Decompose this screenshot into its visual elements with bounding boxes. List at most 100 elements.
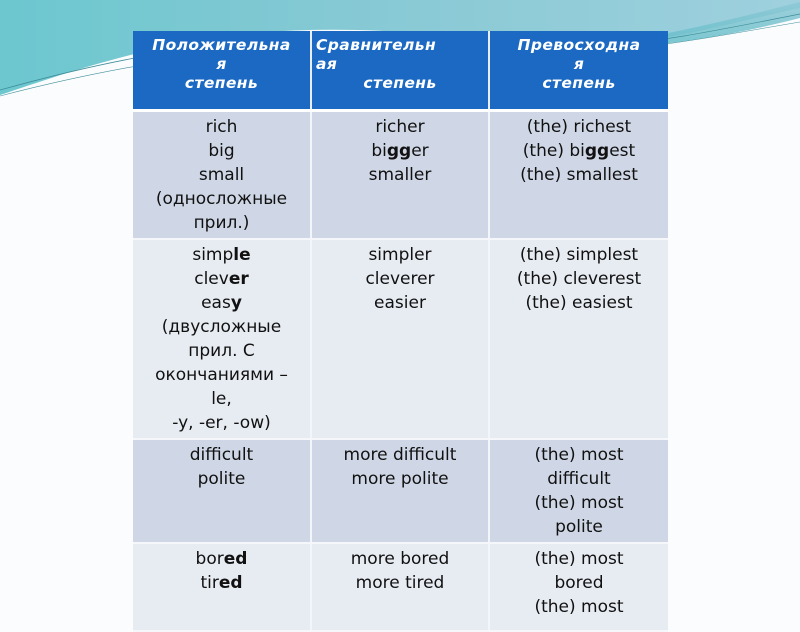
text-fragment: difficult	[547, 469, 611, 489]
text-fragment: (двусложные	[161, 317, 282, 337]
table-row-two-syllable: simple clever easy (двусложные прил. С оконча…	[133, 239, 668, 440]
text-fragment: (the) richest	[526, 117, 632, 137]
emphasized-ending: y	[230, 293, 242, 313]
header-line: Сравнительн	[316, 36, 437, 54]
header-line: ая	[316, 55, 338, 73]
table-body: rich big small (односложные прил.) richer big…	[133, 110, 668, 632]
text-fragment: big	[208, 141, 235, 161]
emphasized-ending: er	[228, 269, 249, 289]
table-row-ed-adjectives: bored tired more bored more tired (the) mo…	[133, 543, 668, 632]
cell-text-line: more difficult	[316, 443, 484, 467]
header-line: я	[216, 55, 227, 73]
emphasized-ending: gg	[584, 141, 610, 161]
text-fragment: more tired	[355, 573, 445, 593]
cell-text-line: tired	[137, 571, 306, 595]
cell-comparative: richer bigger smaller	[311, 110, 490, 240]
cell-comparative: more bored more tired	[311, 543, 490, 632]
text-fragment: easier	[374, 293, 426, 313]
cell-text-line: rich	[137, 115, 306, 139]
text-fragment: (the) simplest	[519, 245, 639, 265]
text-fragment: polite	[197, 469, 246, 489]
header-line: Превосходна	[517, 36, 641, 54]
cell-comparative: more difficult more polite	[311, 439, 490, 544]
cell-superlative: (the) most bored (the) most	[489, 543, 668, 632]
cell-text-line: polite	[494, 515, 664, 539]
cell-superlative: (the) simplest (the) cleverest (the) easie…	[489, 239, 668, 440]
text-fragment: simp	[192, 245, 234, 265]
cell-text-line: richer	[316, 115, 484, 139]
cell-comparative: simpler cleverer easier	[311, 239, 490, 440]
header-line: я	[573, 55, 585, 73]
header-positive-degree: Положительна я степень	[133, 31, 312, 112]
text-fragment: tir	[200, 573, 219, 593]
cell-text-line: (односложные	[137, 187, 306, 211]
cell-text-line: (the) most	[494, 491, 664, 515]
cell-positive: simple clever easy (двусложные прил. С оконча…	[133, 239, 312, 440]
cell-text-line: more tired	[316, 571, 484, 595]
text-fragment: (the) cleverest	[516, 269, 642, 289]
cell-text-line: (the) easiest	[494, 291, 664, 315]
cell-text-line: bigger	[316, 139, 484, 163]
cell-text-line: simpler	[316, 243, 484, 267]
cell-positive: rich big small (односложные прил.)	[133, 110, 312, 240]
header-superlative-degree: Превосходна я степень	[489, 31, 668, 112]
text-fragment: прил. С	[188, 341, 255, 361]
header-row: Положительна я степень Сравнительн ая ст…	[133, 31, 668, 112]
cell-text-line: (the) most	[494, 443, 664, 467]
text-fragment: small	[198, 165, 245, 185]
emphasized-ending: ed	[218, 573, 243, 593]
text-fragment: bor	[195, 549, 224, 569]
text-fragment: er	[411, 141, 429, 161]
text-fragment: (односложные	[155, 189, 288, 209]
cell-text-line: small	[137, 163, 306, 187]
text-fragment: difficult	[189, 445, 254, 465]
cell-text-line: le,	[137, 387, 306, 411]
cell-text-line: smaller	[316, 163, 484, 187]
cell-text-line: more bored	[316, 547, 484, 571]
text-fragment: polite	[555, 517, 603, 537]
text-fragment: окончаниями –	[155, 365, 288, 385]
degrees-of-comparison-table: Положительна я степень Сравнительн ая ст…	[133, 31, 668, 632]
cell-text-line: (the) simplest	[494, 243, 664, 267]
header-line: степень	[184, 74, 259, 92]
cell-text-line: simple	[137, 243, 306, 267]
cell-text-line: (the) richest	[494, 115, 664, 139]
cell-superlative: (the) most difficult (the) most polite	[489, 439, 668, 544]
text-fragment: (the) most	[534, 549, 624, 569]
cell-positive: bored tired	[133, 543, 312, 632]
cell-text-line: easy	[137, 291, 306, 315]
cell-text-line: прил.)	[137, 211, 306, 235]
emphasized-ending: ed	[223, 549, 248, 569]
text-fragment: -y, -er, -ow)	[172, 413, 271, 433]
header-line: степень	[542, 74, 616, 92]
text-fragment: (the) most	[534, 597, 624, 617]
text-fragment: (the) smallest	[520, 165, 638, 185]
cell-text-line: easier	[316, 291, 484, 315]
cell-text-line: -y, -er, -ow)	[137, 411, 306, 435]
header-line: степень	[363, 74, 437, 92]
cell-text-line: polite	[137, 467, 306, 491]
text-fragment: clev	[194, 269, 229, 289]
cell-text-line: (двусложные	[137, 315, 306, 339]
text-fragment: (the) bi	[522, 141, 585, 161]
cell-text-line: more polite	[316, 467, 484, 491]
cell-text-line: (the) most	[494, 547, 664, 571]
cell-text-line: (the) most	[494, 595, 664, 619]
text-fragment: cleverer	[365, 269, 435, 289]
cell-text-line: окончаниями –	[137, 363, 306, 387]
cell-text-line: clever	[137, 267, 306, 291]
text-fragment: (the) easiest	[525, 293, 633, 313]
emphasized-ending: le	[233, 245, 251, 265]
cell-text-line: прил. С	[137, 339, 306, 363]
text-fragment: bored	[554, 573, 604, 593]
emphasized-ending: gg	[386, 141, 412, 161]
text-fragment: (the) most	[534, 493, 624, 513]
cell-text-line: cleverer	[316, 267, 484, 291]
cell-text-line: bored	[137, 547, 306, 571]
cell-text-line: difficult	[494, 467, 664, 491]
cell-text-line: difficult	[137, 443, 306, 467]
degrees-of-comparison-table-container: Положительна я степень Сравнительн ая ст…	[133, 31, 668, 632]
text-fragment: richer	[375, 117, 425, 137]
cell-positive: difficult polite	[133, 439, 312, 544]
text-fragment: more difficult	[343, 445, 457, 465]
